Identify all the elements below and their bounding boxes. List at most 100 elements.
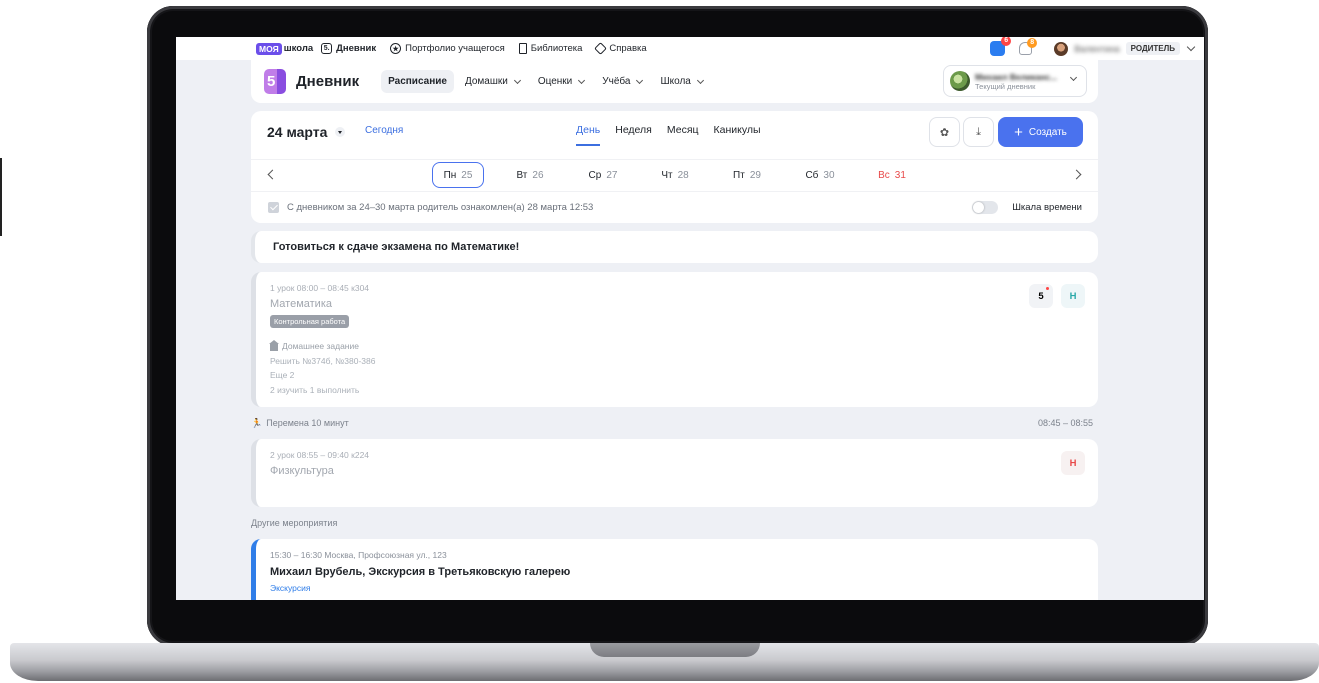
schedule-card: 24 марта Сегодня День Неделя Месяц Каник… (251, 111, 1098, 223)
sysbar-right: 6 8 Валентина РОДИТЕЛЬ (990, 37, 1196, 60)
today-link[interactable]: Сегодня (365, 125, 403, 136)
day-sat[interactable]: Сб 30 (794, 162, 846, 188)
day-mon[interactable]: Пн 25 (432, 162, 484, 188)
nav-schedule-label: Расписание (388, 76, 447, 87)
day-tue[interactable]: Вт 26 (504, 162, 556, 188)
event-type: Экскурсия (270, 583, 311, 593)
event-card[interactable]: 15:30 – 16:30 Москва, Профсоюзная ул., 1… (251, 539, 1098, 600)
bell-icon[interactable]: 8 (1019, 38, 1038, 55)
sysbar-library-link[interactable]: Библиотека (518, 43, 582, 54)
attendance-badge[interactable]: Н (1061, 451, 1085, 475)
other-events-heading: Другие мероприятия (251, 518, 338, 528)
date-title: 24 марта (267, 124, 328, 140)
apps-badge: 6 (1001, 37, 1012, 46)
child-avatar (950, 71, 970, 91)
brand-my-badge[interactable]: МОЯ (256, 42, 282, 55)
chevron-down-icon (636, 76, 644, 84)
sysbar-portfolio-link[interactable]: ★ Портфолио учащегося (390, 43, 505, 54)
day-number: 25 (461, 169, 473, 181)
notifications-badge: 8 (1027, 38, 1038, 48)
event-meta: 15:30 – 16:30 Москва, Профсоюзная ул., 1… (270, 550, 447, 560)
background-edge-line (0, 158, 2, 236)
break-row: 🏃 Перемена 10 минут 08:45 – 08:55 (251, 418, 1098, 434)
system-bar: МОЯ школа 5. Дневник ★ Портфолио учащего… (176, 37, 1204, 60)
brand-school-label[interactable]: школа (284, 43, 313, 54)
nav-study-label: Учёба (602, 76, 631, 87)
app-header: 5 Дневник Расписание Домашки Оценки Учёб… (251, 60, 1098, 103)
timeline-toggle[interactable] (972, 201, 998, 214)
lesson-card[interactable]: 2 урок 08:55 – 09:40 к224 Физкультура Н (251, 439, 1098, 507)
bookmark-icon (518, 43, 527, 54)
user-menu-chevron-icon[interactable] (1186, 42, 1196, 52)
child-selector[interactable]: Михаил Великанс... Текущий дневник (943, 65, 1087, 97)
tab-week[interactable]: Неделя (615, 124, 652, 146)
day-number: 26 (532, 169, 544, 181)
lesson-subject: Математика (270, 298, 332, 310)
tab-day[interactable]: День (576, 124, 601, 146)
sysbar-diary-link[interactable]: 5. Дневник (321, 43, 376, 54)
favorites-button[interactable]: ✿ (929, 117, 960, 147)
download-icon: ⤓ (976, 125, 981, 138)
apps-icon[interactable]: 6 (990, 37, 1012, 56)
sysbar-diary-label: Дневник (336, 43, 377, 54)
lesson-tag: Контрольная работа (270, 315, 350, 328)
grade-badge[interactable]: 5 (1029, 284, 1053, 308)
download-button[interactable]: ⤓ (963, 117, 994, 147)
homework-more-link[interactable]: Еще 2 (270, 370, 294, 380)
date-picker[interactable]: 24 марта (267, 124, 346, 140)
prev-week-icon[interactable] (267, 169, 278, 180)
ack-checkbox (268, 201, 279, 213)
running-person-icon: 🏃 (251, 418, 263, 428)
chevron-down-icon (513, 76, 521, 84)
child-diary-label: Текущий дневник (975, 81, 1036, 91)
user-name[interactable]: Валентина (1074, 44, 1119, 54)
break-time: 08:45 – 08:55 (1037, 418, 1093, 428)
homework-stats: 2 изучить 1 выполнить (270, 385, 360, 395)
grade-value: 5 (1038, 290, 1044, 302)
nav-homework-label: Домашки (464, 76, 508, 87)
nav-grades-label: Оценки (537, 76, 573, 87)
tab-holidays[interactable]: Каникулы (714, 124, 761, 146)
attendance-badge[interactable]: Н (1061, 284, 1085, 308)
attendance-value: Н (1069, 457, 1077, 469)
new-grade-dot (1046, 287, 1049, 290)
diary-icon: 5. (321, 43, 333, 54)
day-number: 30 (823, 169, 835, 181)
lesson-subject: Физкультура (270, 465, 334, 477)
help-diamond-icon (594, 42, 608, 55)
timeline-label: Шкала времени (1012, 202, 1082, 213)
nav-study[interactable]: Учёба (595, 70, 649, 93)
day-sun[interactable]: Вс 31 (866, 162, 918, 188)
chevron-down-icon (696, 76, 704, 84)
event-title: Михаил Врубель, Экскурсия в Третьяковску… (270, 566, 571, 578)
day-name: Вт (516, 169, 528, 181)
nav-homework[interactable]: Домашки (458, 70, 527, 93)
announcement-text: Готовиться к сдаче экзамена по Математик… (273, 241, 520, 253)
flower-icon: ✿ (939, 126, 950, 139)
chevron-down-icon (578, 76, 586, 84)
next-week-icon[interactable] (1071, 169, 1082, 180)
tab-month[interactable]: Месяц (667, 124, 699, 146)
day-number: 31 (894, 169, 906, 181)
homework-text: Решить №374б, №380-386 (270, 356, 376, 366)
day-fri[interactable]: Пт 29 (721, 162, 773, 188)
day-thu[interactable]: Чт 28 (649, 162, 701, 188)
day-name: Ср (588, 169, 602, 181)
diary-logo[interactable]: 5 (264, 69, 286, 94)
nav-school[interactable]: Школа (653, 70, 709, 93)
lesson-card[interactable]: 1 урок 08:00 – 08:45 к304 Математика Кон… (251, 272, 1098, 407)
sysbar-help-link[interactable]: Справка (594, 42, 647, 55)
house-icon (269, 339, 279, 351)
day-wed[interactable]: Ср 27 (577, 162, 629, 188)
view-tabs: День Неделя Месяц Каникулы (576, 124, 776, 146)
announcement-banner: Готовиться к сдаче экзамена по Математик… (251, 231, 1098, 263)
nav-schedule[interactable]: Расписание (381, 70, 454, 93)
nav-grades[interactable]: Оценки (531, 70, 591, 93)
create-button[interactable]: + Создать (998, 117, 1083, 147)
week-strip: Пн 25 Вт 26 Ср 27 Чт 28 Пт 29 Сб 30 Вс 31 (251, 159, 1098, 189)
day-name: Сб (805, 169, 819, 181)
user-avatar[interactable] (1054, 41, 1069, 56)
homework-title-label: Домашнее задание (282, 341, 359, 351)
ack-text: С дневником за 24–30 марта родитель озна… (287, 201, 594, 213)
caret-down-icon (335, 127, 346, 137)
